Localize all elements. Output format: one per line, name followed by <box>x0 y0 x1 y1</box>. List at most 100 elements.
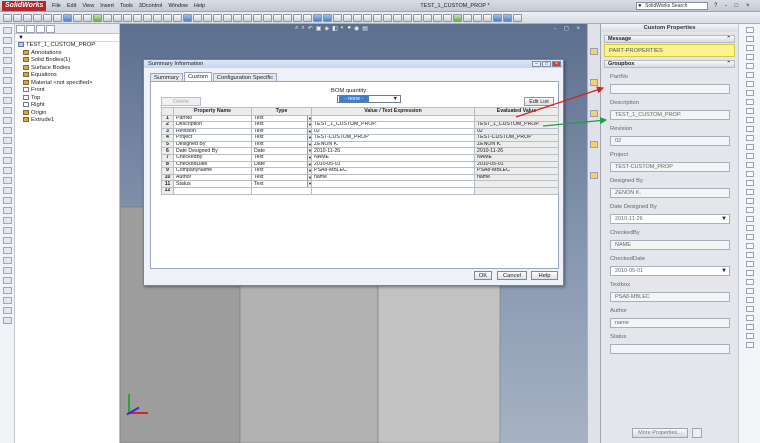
table-row[interactable]: 10AuthorText▼namename <box>161 173 559 182</box>
delete-button[interactable]: Delete <box>161 97 201 106</box>
property-type-cell[interactable]: Text ▼ <box>251 134 312 142</box>
property-type-cell[interactable]: Text ▼ <box>251 180 312 189</box>
configuration-tab-icon[interactable] <box>36 25 45 33</box>
right-command-icon[interactable] <box>745 72 754 78</box>
property-value-cell[interactable]: 02 <box>311 127 475 136</box>
property-value-cell[interactable]: NAME <box>311 154 475 162</box>
chevron-down-icon[interactable]: ▼ <box>307 155 311 161</box>
toolbar-command-icon[interactable] <box>443 13 452 22</box>
groupbox-section-header[interactable]: Groupbox ⌃ <box>604 60 735 68</box>
chevron-down-icon[interactable]: ▼ <box>721 215 727 224</box>
left-command-icon[interactable] <box>2 297 12 304</box>
left-command-icon[interactable] <box>2 317 12 324</box>
toolbar-command-icon[interactable] <box>193 13 202 22</box>
right-command-icon[interactable] <box>745 198 754 204</box>
toolbar-command-icon[interactable] <box>413 13 422 22</box>
edit-list-button[interactable]: Edit List <box>524 97 554 106</box>
message-section-header[interactable]: Message ⌃ <box>604 35 735 43</box>
toolbar-command-icon[interactable] <box>23 13 32 22</box>
property-type-cell[interactable]: Text ▼ <box>251 127 312 136</box>
tab-custom[interactable]: Custom <box>183 72 212 81</box>
toolbar-command-icon[interactable] <box>293 13 302 22</box>
toolbar-command-icon[interactable] <box>433 13 442 22</box>
property-name-cell[interactable]: Date Designed By <box>173 147 252 156</box>
right-command-icon[interactable] <box>745 45 754 51</box>
left-command-icon[interactable] <box>2 207 12 214</box>
chevron-down-icon[interactable]: ▼ <box>307 122 311 128</box>
left-command-icon[interactable] <box>2 97 12 104</box>
property-type-cell[interactable]: Date ▼ <box>251 160 312 169</box>
field-textbox[interactable]: NAME <box>610 240 730 250</box>
left-command-icon[interactable] <box>2 57 12 64</box>
right-command-icon[interactable] <box>745 36 754 42</box>
tree-item[interactable]: Front <box>15 87 119 95</box>
right-command-icon[interactable] <box>745 279 754 285</box>
right-command-icon[interactable] <box>745 90 754 96</box>
left-command-icon[interactable] <box>2 237 12 244</box>
toolbar-command-icon[interactable] <box>253 13 262 22</box>
left-command-icon[interactable] <box>2 227 12 234</box>
property-type-cell[interactable]: Text ▼ <box>251 173 312 182</box>
collapse-icon[interactable]: ⌃ <box>726 36 731 42</box>
right-command-icon[interactable] <box>745 144 754 150</box>
table-row[interactable]: 9CompanyNameText▼PSA8-MBLECPSA8-MBLEC <box>161 167 559 175</box>
right-command-icon[interactable] <box>745 54 754 60</box>
property-type-cell[interactable]: Text ▼ <box>251 140 312 149</box>
toolbar-command-icon[interactable] <box>53 13 62 22</box>
solidworks-logo[interactable]: SolidWorks <box>2 1 47 11</box>
chevron-down-icon[interactable]: ▼ <box>307 162 311 167</box>
right-command-icon[interactable] <box>745 261 754 267</box>
chevron-down-icon[interactable]: ▼ <box>307 142 311 148</box>
table-row[interactable]: 4ProjectText▼TEST-CUSTOM_PROPTEST-CUSTOM… <box>161 134 559 142</box>
toolbar-command-icon[interactable] <box>503 13 512 22</box>
properties-settings-icon[interactable] <box>692 428 702 438</box>
property-value-cell[interactable]: PSA8-MBLEC <box>311 167 475 175</box>
toolbar-command-icon[interactable] <box>363 13 372 22</box>
left-command-icon[interactable] <box>2 247 12 254</box>
right-command-icon[interactable] <box>745 306 754 312</box>
toolbar-command-icon[interactable] <box>243 13 252 22</box>
tree-item[interactable]: Extrude1 <box>15 117 119 125</box>
right-command-icon[interactable] <box>745 189 754 195</box>
right-command-icon[interactable] <box>745 252 754 258</box>
property-name-cell[interactable]: Description <box>173 121 252 129</box>
property-value-cell[interactable] <box>311 187 475 195</box>
menu-item-file[interactable]: File <box>52 0 61 12</box>
cancel-button[interactable]: Cancel <box>497 271 527 280</box>
field-textbox[interactable]: PSA8-MBLEC <box>610 292 730 302</box>
right-command-icon[interactable] <box>745 342 754 348</box>
right-command-icon[interactable] <box>745 207 754 213</box>
tree-item[interactable]: Equations <box>15 72 119 80</box>
right-command-icon[interactable] <box>745 27 754 33</box>
right-command-icon[interactable] <box>745 270 754 276</box>
toolbar-command-icon[interactable] <box>453 13 462 22</box>
property-value-cell[interactable]: TEST_1_CUSTOM_PROP. <box>311 121 475 129</box>
left-command-icon[interactable] <box>2 307 12 314</box>
more-properties-button[interactable]: More Properties... <box>632 428 688 438</box>
design-library-tab-icon[interactable] <box>590 79 598 86</box>
toolbar-command-icon[interactable] <box>403 13 412 22</box>
table-row[interactable]: 3RevisionText▼0202 <box>161 127 559 136</box>
menu-item-insert[interactable]: Insert <box>100 0 114 12</box>
left-command-icon[interactable] <box>2 157 12 164</box>
right-command-icon[interactable] <box>745 63 754 69</box>
property-type-cell[interactable]: Text ▼ <box>251 154 312 162</box>
field-textbox[interactable]: TEST-CUSTOM_PROP <box>610 162 730 172</box>
feature-tree-tab-icon[interactable] <box>16 25 25 33</box>
table-row[interactable]: 5Designed ByText▼ZENON K.ZENON K. <box>161 140 559 149</box>
table-row[interactable]: 12 <box>161 187 559 195</box>
right-command-icon[interactable] <box>745 216 754 222</box>
dimxpert-tab-icon[interactable] <box>46 25 55 33</box>
resources-tab-icon[interactable] <box>590 48 598 55</box>
property-name-cell[interactable]: CheckedBy <box>173 154 252 162</box>
chevron-down-icon[interactable]: ▼ <box>307 148 311 154</box>
left-command-icon[interactable] <box>2 147 12 154</box>
minimize-icon[interactable]: – <box>532 61 541 67</box>
field-textbox[interactable]: ZENON K. <box>610 188 730 198</box>
right-command-icon[interactable] <box>745 315 754 321</box>
property-name-cell[interactable] <box>173 187 252 195</box>
table-row[interactable]: 8CheckedDateDate▼2010-05-012010-05-01 <box>161 160 559 169</box>
close-icon[interactable]: × <box>552 61 561 67</box>
right-command-icon[interactable] <box>745 288 754 294</box>
bom-quantity-select[interactable]: - none - ▼ <box>337 95 401 103</box>
